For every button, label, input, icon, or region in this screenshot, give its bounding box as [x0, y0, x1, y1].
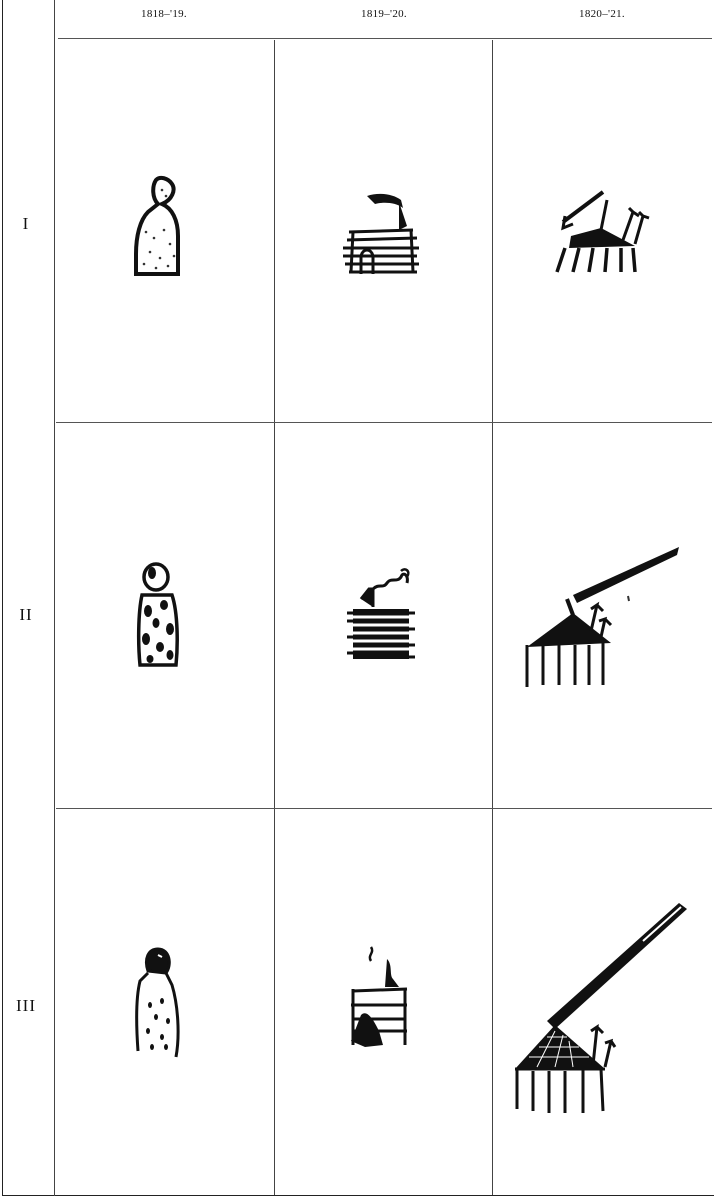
person-figure-icon: [134, 175, 180, 276]
cell-row2-col2: [275, 423, 492, 808]
spotted-person-figure-icon: [136, 562, 179, 667]
lodge-smoke-icon: [347, 568, 415, 659]
column-header-2: 1819–'20.: [361, 8, 407, 20]
cell-row2-col1: [56, 423, 274, 808]
lodge-icon: [343, 193, 419, 274]
cell-row1-col2: [275, 40, 492, 422]
row-label-1: I: [22, 214, 30, 233]
column-header-3: 1820–'21.: [579, 8, 625, 20]
cell-row3-col3: [493, 809, 712, 1195]
tipi-spear-arrows-icon: [515, 903, 687, 1113]
row-label-3: III: [16, 996, 36, 1015]
tipi-pole-arrows-icon: [525, 547, 679, 687]
cell-row3-col2: [275, 809, 492, 1195]
table-left-border: [2, 0, 3, 1196]
cell-row2-col3: [493, 423, 712, 808]
header-divider: [58, 38, 712, 39]
pictograph-table: 1818–'19. 1819–'20. 1820–'21. I II III: [0, 0, 716, 1200]
cell-row1-col3: [493, 40, 712, 422]
cell-row3-col1: [56, 809, 274, 1195]
cell-row1-col1: [56, 40, 274, 422]
person-dots-figure-icon: [135, 947, 180, 1058]
lodge-fire-icon: [351, 946, 408, 1047]
column-header-1: 1818–'19.: [141, 8, 187, 20]
label-column-divider: [54, 0, 55, 1196]
tipi-arrows-icon: [555, 190, 650, 273]
row-label-2: II: [19, 605, 33, 624]
table-bottom-border: [2, 1195, 714, 1196]
